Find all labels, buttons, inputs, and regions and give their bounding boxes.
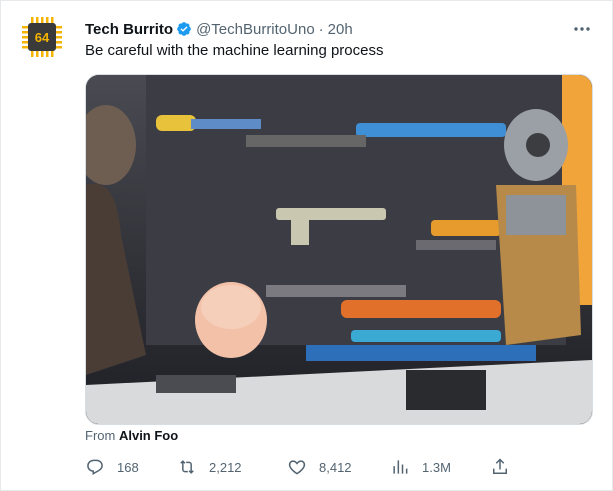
share-button[interactable] <box>490 453 522 481</box>
retweet-icon <box>180 460 194 474</box>
media-attribution: From Alvin Foo <box>85 428 178 443</box>
like-count: 8,412 <box>319 459 352 475</box>
tweet-header: Tech Burrito @TechBurritoUno · 20h <box>85 19 353 39</box>
tweet-text: Be careful with the machine learning pro… <box>85 42 384 59</box>
attribution-source[interactable]: Alvin Foo <box>119 428 178 443</box>
reply-button[interactable]: 168 <box>85 453 139 481</box>
separator-dot: · <box>318 20 324 38</box>
like-button[interactable]: 8,412 <box>287 453 352 481</box>
author-name[interactable]: Tech Burrito <box>85 21 173 38</box>
retweet-count: 2,212 <box>209 459 242 475</box>
avatar[interactable]: 64 <box>18 13 66 61</box>
share-icon <box>493 458 507 474</box>
video-thumbnail <box>86 75 592 424</box>
tweet-timestamp[interactable]: 20h <box>328 21 353 38</box>
avatar-text: 64 <box>35 30 50 45</box>
more-icon <box>574 27 590 31</box>
views-count: 1.3M <box>422 459 451 475</box>
verified-badge-icon <box>177 22 191 36</box>
like-icon <box>288 460 306 475</box>
reply-count: 168 <box>117 459 139 475</box>
tweet-actions: 168 2,212 8,412 1.3M <box>85 453 515 481</box>
tweet-card[interactable]: 64 Tech Burrito @TechBurritoUno · 20h Be… <box>0 0 613 491</box>
reply-icon <box>87 459 103 475</box>
retweet-button[interactable]: 2,212 <box>177 453 242 481</box>
more-options-button[interactable] <box>572 19 592 39</box>
views-button[interactable]: 1.3M <box>390 453 451 481</box>
views-icon <box>393 460 408 474</box>
tweet-video[interactable] <box>85 74 593 425</box>
chip-logo-icon: 64 <box>22 17 62 57</box>
attribution-prefix: From <box>85 428 116 443</box>
author-handle[interactable]: @TechBurritoUno <box>196 21 315 38</box>
